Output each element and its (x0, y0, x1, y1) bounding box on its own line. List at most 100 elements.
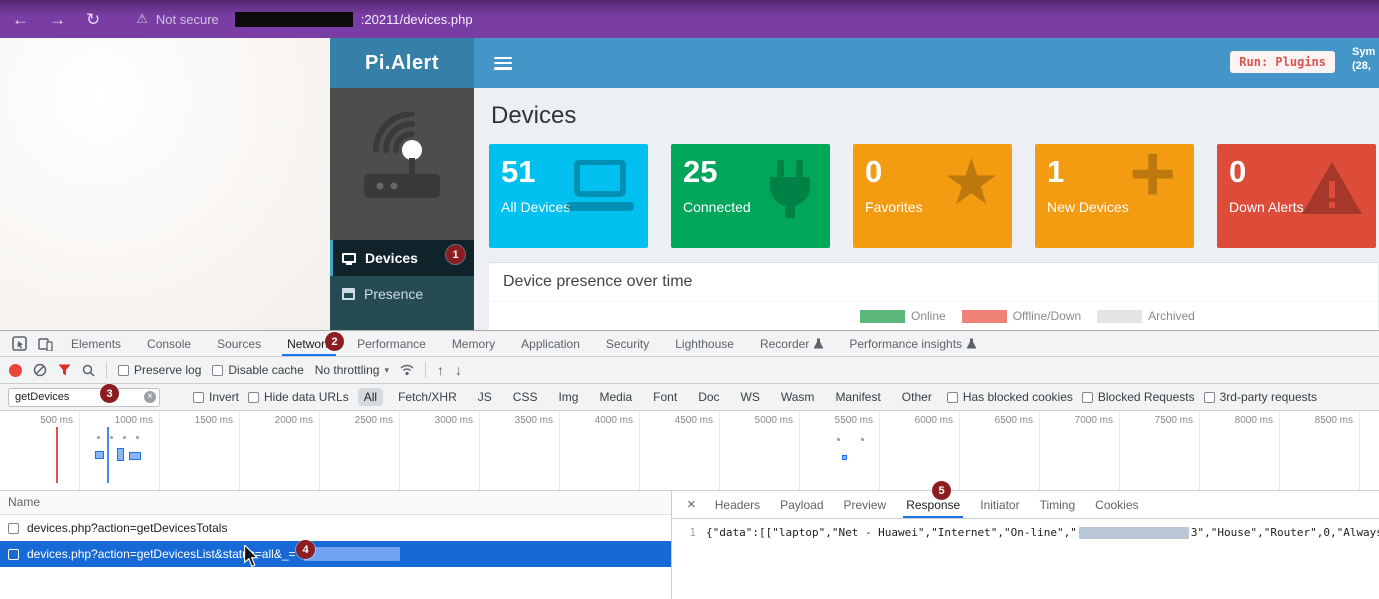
sidebar-toggle-icon[interactable] (494, 57, 512, 70)
network-conditions-icon[interactable] (400, 364, 414, 376)
reload-icon[interactable]: ↻ (86, 11, 100, 28)
devtools: Elements Console Sources Network Perform… (0, 330, 1379, 599)
back-icon[interactable]: ← (12, 11, 29, 28)
throttling-select[interactable]: No throttling ▾ (315, 363, 389, 377)
request-checkbox[interactable] (8, 549, 19, 560)
third-party-requests-checkbox[interactable]: 3rd-party requests (1204, 390, 1317, 404)
filter-type-media[interactable]: Media (593, 388, 638, 406)
tab-timing[interactable]: Timing (1030, 491, 1086, 518)
tab-lighthouse[interactable]: Lighthouse (662, 331, 747, 356)
laptop-icon (564, 160, 636, 219)
forward-icon[interactable]: → (49, 11, 66, 28)
tab-cookies[interactable]: Cookies (1085, 491, 1148, 518)
request-dot (123, 436, 126, 439)
response-body-view[interactable]: 1 {"data":[["laptop","Net - Huawei","Int… (672, 519, 1379, 599)
user-menu[interactable]: Sym (28, (1352, 45, 1379, 73)
filter-type-css[interactable]: CSS (507, 388, 544, 406)
device-toolbar-icon[interactable] (32, 331, 58, 356)
tab-console[interactable]: Console (134, 331, 204, 356)
stat-favorites[interactable]: 0 Favorites ★ (853, 144, 1012, 248)
record-button[interactable] (9, 364, 22, 377)
divider (106, 362, 107, 378)
user-line-2: (28, (1352, 59, 1379, 73)
archived-swatch (1097, 310, 1142, 323)
search-icon[interactable] (82, 364, 95, 377)
filter-type-ws[interactable]: WS (735, 388, 766, 406)
network-overview-timeline[interactable]: 500 ms 1000 ms 1500 ms 2000 ms 2500 ms 3… (0, 411, 1379, 491)
filter-type-fetch-xhr[interactable]: Fetch/XHR (392, 388, 463, 406)
detail-tab-bar: × Headers Payload Preview Response Initi… (672, 491, 1379, 519)
inspect-element-icon[interactable] (6, 331, 32, 356)
request-checkbox[interactable] (8, 523, 19, 534)
redacted-host (235, 12, 353, 27)
hide-data-urls-checkbox[interactable]: Hide data URLs (248, 390, 349, 404)
column-header-name[interactable]: Name (0, 491, 671, 515)
tab-performance[interactable]: Performance (344, 331, 439, 356)
legend-online: Online (860, 309, 946, 323)
tab-memory[interactable]: Memory (439, 331, 508, 356)
filter-type-font[interactable]: Font (647, 388, 683, 406)
plug-icon (762, 160, 818, 225)
close-icon[interactable]: × (678, 491, 705, 518)
network-filter-input[interactable] (8, 388, 160, 407)
clear-filter-icon[interactable]: × (144, 391, 156, 403)
has-blocked-cookies-checkbox[interactable]: Has blocked cookies (947, 390, 1073, 404)
checkbox-label: Preserve log (134, 363, 201, 377)
tab-elements[interactable]: Elements (58, 331, 134, 356)
request-row-get-devices-list[interactable]: devices.php?action=getDevicesList&status… (0, 541, 671, 567)
experiment-flask-icon (814, 338, 823, 349)
filter-type-js[interactable]: JS (472, 388, 498, 406)
invert-checkbox[interactable]: Invert (193, 390, 239, 404)
tab-sources[interactable]: Sources (204, 331, 274, 356)
app-content: Devices 51 All Devices 25 Connected (474, 88, 1379, 330)
request-row-get-devices-totals[interactable]: devices.php?action=getDevicesTotals (0, 515, 671, 541)
plus-icon: + (1129, 144, 1176, 210)
address-bar[interactable]: ⚠ Not secure :20211/devices.php (136, 11, 472, 27)
run-plugins-button[interactable]: Run: Plugins (1230, 51, 1335, 73)
tab-application[interactable]: Application (508, 331, 593, 356)
tab-security[interactable]: Security (593, 331, 662, 356)
app-main: Run: Plugins Sym (28, Devices 51 All Dev… (474, 38, 1379, 330)
online-swatch (860, 310, 905, 323)
request-activity-mark (842, 455, 847, 460)
step-badge-2: 2 (325, 332, 344, 351)
timeline-label: 2500 ms (327, 415, 393, 426)
checkbox-label: Has blocked cookies (963, 390, 1073, 404)
stat-new-devices[interactable]: 1 New Devices + (1035, 144, 1194, 248)
blocked-requests-checkbox[interactable]: Blocked Requests (1082, 390, 1195, 404)
tab-payload[interactable]: Payload (770, 491, 833, 518)
filter-type-all[interactable]: All (358, 388, 383, 406)
export-har-icon[interactable]: ↓ (455, 363, 462, 377)
clear-icon[interactable] (33, 363, 47, 377)
filter-type-manifest[interactable]: Manifest (829, 388, 886, 406)
filter-type-img[interactable]: Img (552, 388, 584, 406)
stat-down-alerts[interactable]: 0 Down Alerts (1217, 144, 1376, 248)
import-har-icon[interactable]: ↑ (437, 363, 444, 377)
filter-type-doc[interactable]: Doc (692, 388, 725, 406)
app-logo[interactable]: Pi.Alert (330, 38, 474, 88)
preserve-log-checkbox[interactable]: Preserve log (118, 363, 201, 377)
step-badge-1: 1 (446, 245, 465, 264)
stat-all-devices[interactable]: 51 All Devices (489, 144, 648, 248)
stat-connected[interactable]: 25 Connected (671, 144, 830, 248)
filter-type-wasm[interactable]: Wasm (775, 388, 821, 406)
tab-performance-insights[interactable]: Performance insights (836, 331, 989, 356)
tab-headers[interactable]: Headers (705, 491, 770, 518)
tab-preview[interactable]: Preview (834, 491, 897, 518)
sidebar-item-presence[interactable]: Presence (330, 276, 474, 312)
disable-cache-checkbox[interactable]: Disable cache (212, 363, 303, 377)
request-list-panel: Name devices.php?action=getDevicesTotals… (0, 491, 672, 599)
chevron-down-icon: ▾ (384, 365, 389, 376)
filter-type-other[interactable]: Other (896, 388, 938, 406)
tab-recorder[interactable]: Recorder (747, 331, 836, 356)
redacted-query-value (304, 547, 400, 561)
screen: ← → ↻ ⚠ Not secure :20211/devices.php Pi… (0, 0, 1379, 599)
sidebar-item-label: Devices (365, 250, 418, 266)
legend-label: Archived (1148, 309, 1195, 323)
tab-label: Recorder (760, 337, 809, 351)
tab-initiator[interactable]: Initiator (970, 491, 1029, 518)
filter-icon[interactable] (58, 364, 71, 376)
filter-input-wrap: × (8, 388, 160, 407)
checkbox-box (193, 392, 204, 403)
timeline-label: 8000 ms (1207, 415, 1273, 426)
